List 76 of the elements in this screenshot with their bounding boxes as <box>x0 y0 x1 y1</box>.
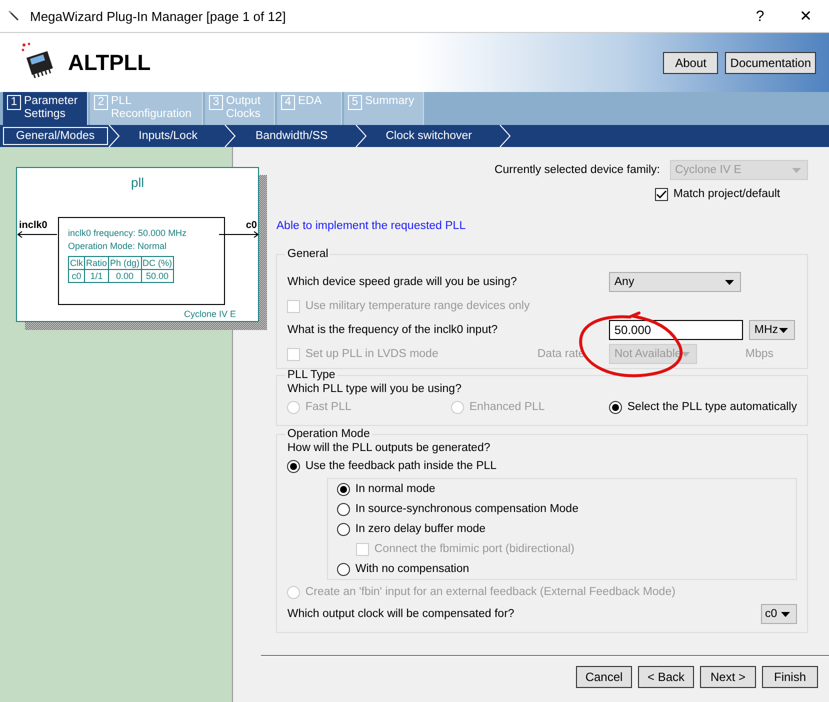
close-button[interactable]: ✕ <box>783 0 829 32</box>
pin-label: c0 <box>246 220 257 231</box>
caret-icon <box>779 328 788 332</box>
checkbox-label: Connect the fbmimic port (bidirectional) <box>374 543 574 555</box>
status-message: Able to implement the requested PLL <box>276 220 467 232</box>
checkbox[interactable] <box>655 188 668 200</box>
block-name: pll <box>130 175 145 190</box>
radio-label: In source-synchronous compensation Mode <box>355 503 578 515</box>
group-title: Operation Mode <box>286 428 371 440</box>
output-clock-select[interactable]: c0 <box>761 604 797 624</box>
radio-button[interactable] <box>609 400 622 414</box>
subtab[interactable]: Clock switchover <box>366 127 499 145</box>
question-label: What is the frequency of the inclk0 input? <box>287 324 499 336</box>
radio-button[interactable] <box>337 482 350 496</box>
radio-button[interactable] <box>337 502 350 516</box>
table-header: Clk <box>68 256 84 270</box>
caret-icon <box>681 352 690 356</box>
question-label: How will the PLL outputs be generated? <box>287 441 492 456</box>
caret-icon <box>781 612 790 616</box>
footer-button[interactable]: Finish <box>762 666 818 688</box>
chevron-icon <box>108 125 120 147</box>
field-label: Currently selected device family: <box>494 164 660 176</box>
window-title: MegaWizard Plug-In Manager [page 1 of 12] <box>30 8 287 24</box>
wizard-tab[interactable]: 1 Parameter Settings <box>3 92 88 125</box>
table-cell: 0.00 <box>108 270 142 282</box>
radio-button[interactable] <box>337 522 350 536</box>
checkbox-label: Match project/default <box>673 188 780 200</box>
radio-label: With no compensation <box>355 563 470 575</box>
pin-label: inclk0 <box>19 220 48 231</box>
header-button[interactable]: About <box>663 52 718 74</box>
frequency-input[interactable]: 50.000 <box>609 320 744 340</box>
chip-icon <box>20 42 54 78</box>
subtab[interactable]: Inputs/Lock <box>120 127 224 145</box>
radio-label: Create an 'fbin' input for an external feedback (External Feedback Mode) <box>305 586 676 598</box>
caret-icon <box>792 168 801 172</box>
checkmark-icon <box>656 190 668 198</box>
question-label: Which PLL type will you be using? <box>287 382 462 397</box>
block-info: inclk0 frequency: 50.000 MHz <box>68 227 188 240</box>
group-title: General <box>286 248 330 260</box>
table-cell: c0 <box>68 270 84 282</box>
footer-button[interactable]: Next > <box>700 666 756 688</box>
radio-label: Fast PLL <box>305 401 352 413</box>
radio-label: Select the PLL type automatically <box>627 401 797 413</box>
subtab[interactable]: Bandwidth/SS <box>236 127 355 145</box>
radio-button[interactable] <box>337 562 350 576</box>
footer-button[interactable]: Cancel <box>576 666 632 688</box>
wand-icon <box>8 10 20 22</box>
speed-grade-select[interactable]: Any <box>609 272 742 292</box>
checkbox-label: Use military temperature range devices only <box>305 300 530 312</box>
unit-label: Mbps <box>745 348 774 360</box>
chevron-icon <box>498 125 511 147</box>
group-title: PLL Type <box>286 369 336 381</box>
table-cell: 1/1 <box>84 270 109 282</box>
chevron-icon <box>354 125 367 147</box>
subtab[interactable]: General/Modes <box>3 127 108 145</box>
radio-label: Use the feedback path inside the PLL <box>305 460 497 472</box>
table-header: Ph (dg) <box>108 256 142 270</box>
table-cell: 50.00 <box>141 270 174 282</box>
question-label: Which device speed grade will you be using? <box>287 276 518 288</box>
help-button[interactable]: ? <box>737 0 783 32</box>
product-title: ALTPLL <box>68 50 152 76</box>
header-button[interactable]: Documentation <box>725 52 816 74</box>
radio-label: In normal mode <box>355 483 436 495</box>
unit-select[interactable]: MHz <box>749 320 796 340</box>
caret-icon <box>725 280 734 284</box>
device-label: Cyclone IV E <box>184 309 236 319</box>
radio-button[interactable] <box>287 460 300 472</box>
radio-label: In zero delay buffer mode <box>355 523 486 535</box>
table-header: DC (%) <box>141 256 174 270</box>
table-header: Ratio <box>84 256 109 270</box>
question-label: Which output clock will be compensated for? <box>287 608 516 620</box>
block-info: Operation Mode: Normal <box>68 240 168 253</box>
radio-label: Enhanced PLL <box>469 401 545 413</box>
chevron-icon <box>224 125 236 147</box>
checkbox-label: Set up PLL in LVDS mode <box>305 348 438 360</box>
footer-button[interactable]: < Back <box>638 666 694 688</box>
